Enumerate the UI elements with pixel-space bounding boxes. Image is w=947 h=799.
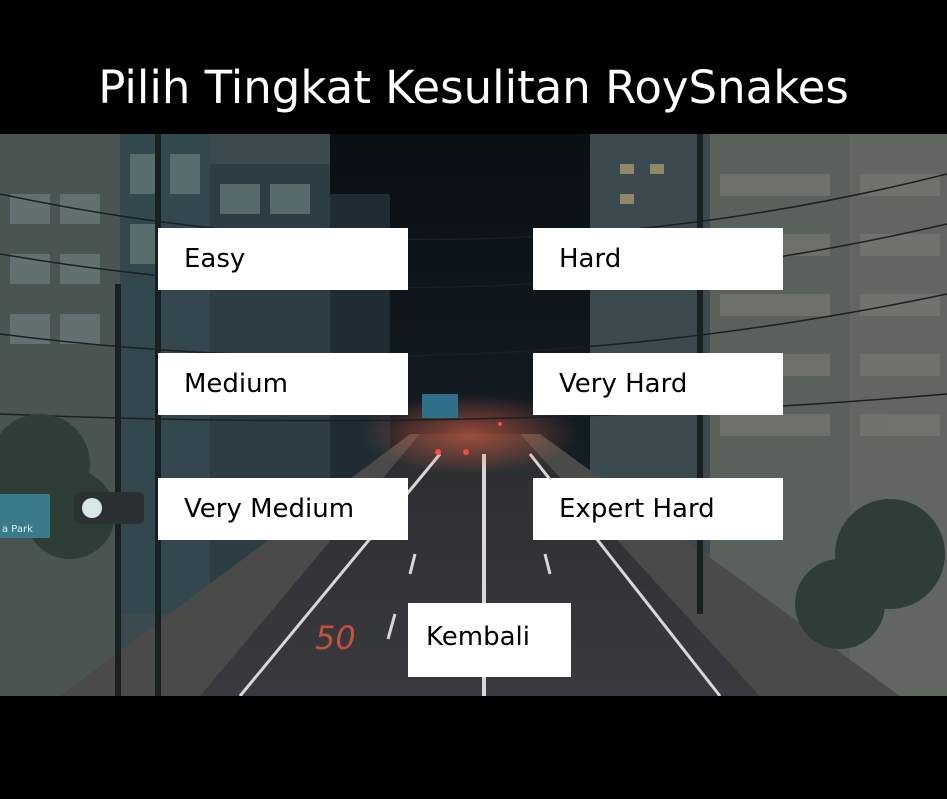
easy-button[interactable]: Easy bbox=[158, 228, 408, 290]
difficulty-screen: Pilih Tingkat Kesulitan RoySnakes 50 a P… bbox=[0, 0, 947, 799]
street-sign-text: a Park bbox=[2, 524, 33, 535]
bottom-bar bbox=[0, 696, 947, 799]
expert-hard-button[interactable]: Expert Hard bbox=[533, 478, 783, 540]
page-title: Pilih Tingkat Kesulitan RoySnakes bbox=[98, 61, 849, 114]
hard-button[interactable]: Hard bbox=[533, 228, 783, 290]
road-marking-text: 50 bbox=[315, 619, 356, 657]
back-button[interactable]: Kembali bbox=[408, 603, 571, 677]
medium-button[interactable]: Medium bbox=[158, 353, 408, 415]
very-medium-button[interactable]: Very Medium bbox=[158, 478, 408, 540]
very-hard-button[interactable]: Very Hard bbox=[533, 353, 783, 415]
title-bar: Pilih Tingkat Kesulitan RoySnakes bbox=[0, 0, 947, 134]
